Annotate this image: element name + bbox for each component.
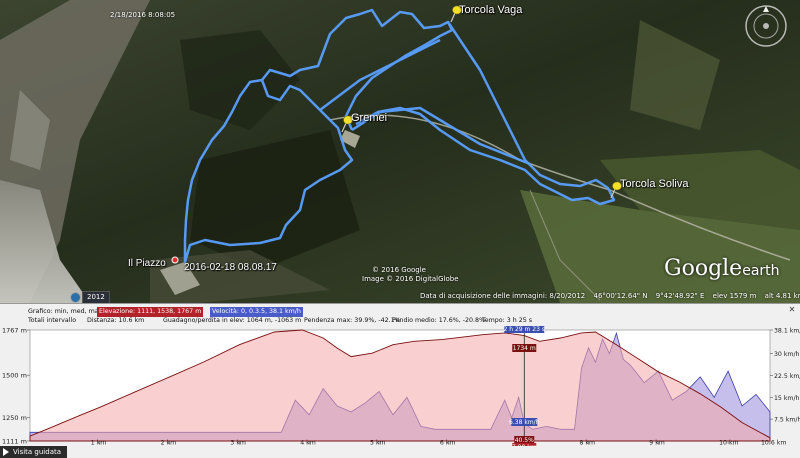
cursor-time-label: 2 h 29 m 23 s	[504, 326, 545, 333]
y-right-tick-label: 30 km/h	[774, 351, 800, 358]
il-piazzo-label[interactable]: Il Piazzo	[128, 258, 166, 269]
y-right-tick-label: 15 km/h	[774, 395, 800, 402]
elevation-speed-chart[interactable]: 1767 m 1500 m 1250 m 1111 m 38.1 km/h 30 km/h…	[0, 326, 800, 446]
latitude-readout: 46°00'12.64" N	[593, 292, 648, 300]
distance-total: Distanza: 10.6 km	[87, 317, 145, 324]
elevation-readout: elev 1579 m	[712, 292, 757, 300]
close-profile-icon[interactable]: ✕	[788, 306, 796, 314]
map-timestamp: 2/18/2016 8:08:05	[110, 11, 176, 19]
totals-label: Totali intervallo	[28, 317, 77, 324]
max-slope: Pendenza max: 39.9%, -42.1%	[304, 317, 401, 324]
profile-footer: Visita guidata	[0, 446, 800, 458]
torcola-vaga-label[interactable]: Torcola Vaga	[459, 4, 522, 16]
average-slope: Pendio medio: 17.6%, -20.8%	[392, 317, 486, 324]
y-left-tick-label: 1500 m	[2, 372, 27, 380]
longitude-readout: 9°42'48.92" E	[655, 292, 705, 300]
imagery-date: Data di acquisizione delle immagini: 8/2…	[420, 292, 586, 300]
y-right-tick-label: 38.1 km/h	[774, 328, 800, 335]
guided-tour-button[interactable]: Visita guidata	[0, 446, 68, 458]
track-start-marker-icon[interactable]	[170, 255, 180, 265]
altitude-readout: alt 4.81 km	[764, 292, 800, 300]
google-earth-logo: Googleearth	[664, 256, 780, 281]
historical-imagery-year-badge[interactable]: 2012	[82, 291, 110, 303]
copyright-google: © 2016 Google	[372, 266, 426, 274]
satellite-map[interactable]: 2/18/2016 8:08:05 Torcola Vaga Gremei To…	[0, 0, 800, 303]
map-status-bar: Data di acquisizione delle immagini: 8/2…	[420, 292, 800, 303]
y-right-tick-label: 22.5 km/h	[774, 373, 800, 380]
gremei-label[interactable]: Gremei	[351, 112, 387, 124]
copyright-digitalglobe: Image © 2016 DigitalGlobe	[362, 275, 459, 283]
y-left-tick-label: 1767 m	[2, 327, 27, 335]
torcola-soliva-label[interactable]: Torcola Soliva	[620, 178, 688, 190]
elevation-profile-panel[interactable]: Grafico: min, med, max Elevazione: 1111,…	[0, 303, 800, 458]
y-left-tick-label: 1111 m	[2, 438, 27, 446]
total-time: Tempo: 3 h 25 s	[482, 317, 533, 324]
cursor-elevation-label: 1734 m	[513, 345, 536, 352]
elevation-gain-loss: Guadagno/perdita in elev: 1064 m, -1063 …	[163, 317, 302, 324]
navigation-compass-icon[interactable]	[744, 4, 788, 48]
y-left-tick-label: 1250 m	[2, 414, 27, 422]
play-icon	[3, 448, 9, 456]
y-right-tick-label: 7.5 km/h	[774, 417, 800, 424]
cursor-speed-label: 6.38 km/h	[509, 419, 540, 426]
globe-icon[interactable]	[70, 292, 81, 303]
track-start-time-label: 2016-02-18 08.08.17	[184, 262, 277, 273]
